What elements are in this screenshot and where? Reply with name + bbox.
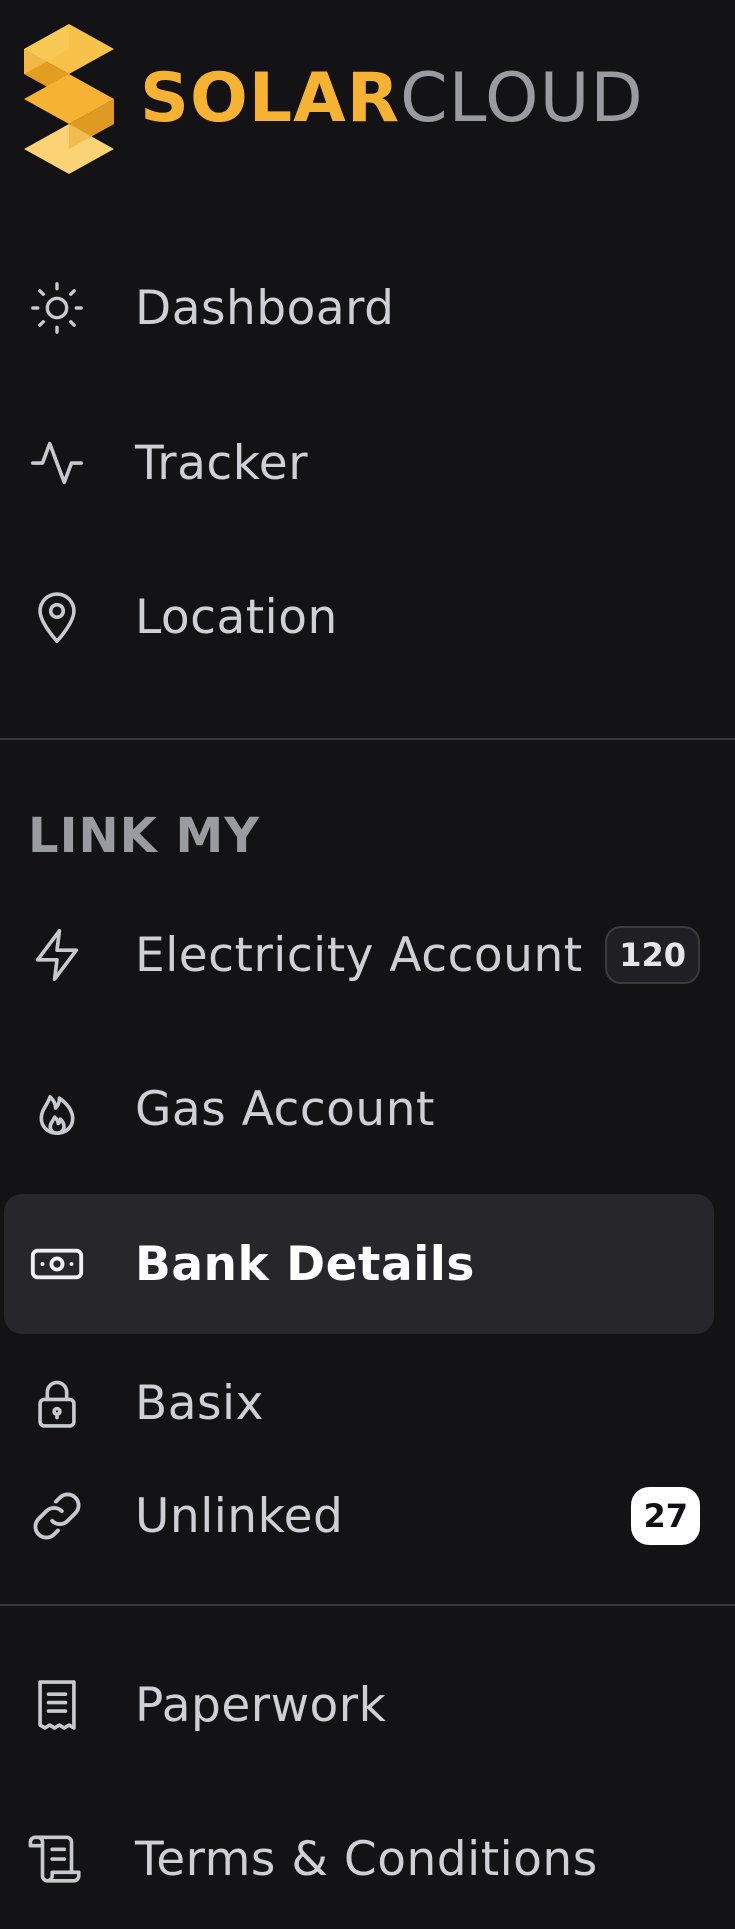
- nav-item-bank-details[interactable]: Bank Details: [4, 1194, 714, 1334]
- brand-name-part2: CLOUD: [400, 59, 644, 138]
- sun-icon: [28, 279, 86, 337]
- nav-item-paperwork[interactable]: Paperwork: [4, 1635, 714, 1775]
- nav-label: Paperwork: [135, 1677, 387, 1733]
- receipt-icon: [28, 1676, 86, 1734]
- nav-label: Tracker: [135, 435, 309, 491]
- nav-label: Electricity Account: [135, 927, 583, 983]
- divider: [0, 1604, 735, 1606]
- flame-icon: [28, 1080, 86, 1138]
- nav-label: Gas Account: [135, 1081, 435, 1137]
- sidebar: SOLARCLOUD Dashboard Tracker Location LI…: [0, 0, 735, 1920]
- solarcloud-logo-icon: [24, 24, 114, 174]
- nav-label: Dashboard: [135, 280, 395, 336]
- count-badge: 120: [605, 926, 700, 984]
- lock-icon: [28, 1374, 86, 1432]
- nav-label: Location: [135, 589, 338, 645]
- activity-pulse-icon: [28, 434, 86, 492]
- nav-item-gas-account[interactable]: Gas Account: [4, 1039, 714, 1179]
- nav-item-electricity-account[interactable]: Electricity Account 120: [4, 885, 714, 1025]
- link-icon: [28, 1487, 86, 1545]
- nav-item-unlinked[interactable]: Unlinked 27: [4, 1446, 714, 1586]
- nav-label: Bank Details: [135, 1236, 475, 1292]
- nav-item-location[interactable]: Location: [4, 547, 714, 687]
- map-pin-icon: [28, 588, 86, 646]
- nav-item-dashboard[interactable]: Dashboard: [4, 238, 714, 378]
- brand-logo[interactable]: SOLARCLOUD: [24, 24, 643, 174]
- brand-name: SOLARCLOUD: [140, 65, 644, 133]
- scroll-icon: [28, 1830, 86, 1888]
- lightning-bolt-icon: [28, 926, 86, 984]
- banknote-icon: [28, 1235, 86, 1293]
- nav-item-terms-conditions[interactable]: Terms & Conditions: [4, 1789, 714, 1929]
- divider: [0, 738, 735, 740]
- nav-item-tracker[interactable]: Tracker: [4, 393, 714, 533]
- section-header-link-my: LINK MY: [28, 808, 261, 864]
- nav-label: Basix: [135, 1375, 264, 1431]
- brand-name-part1: SOLAR: [140, 59, 401, 138]
- nav-label: Terms & Conditions: [135, 1831, 598, 1887]
- nav-label: Unlinked: [135, 1488, 344, 1544]
- count-badge: 27: [631, 1487, 700, 1545]
